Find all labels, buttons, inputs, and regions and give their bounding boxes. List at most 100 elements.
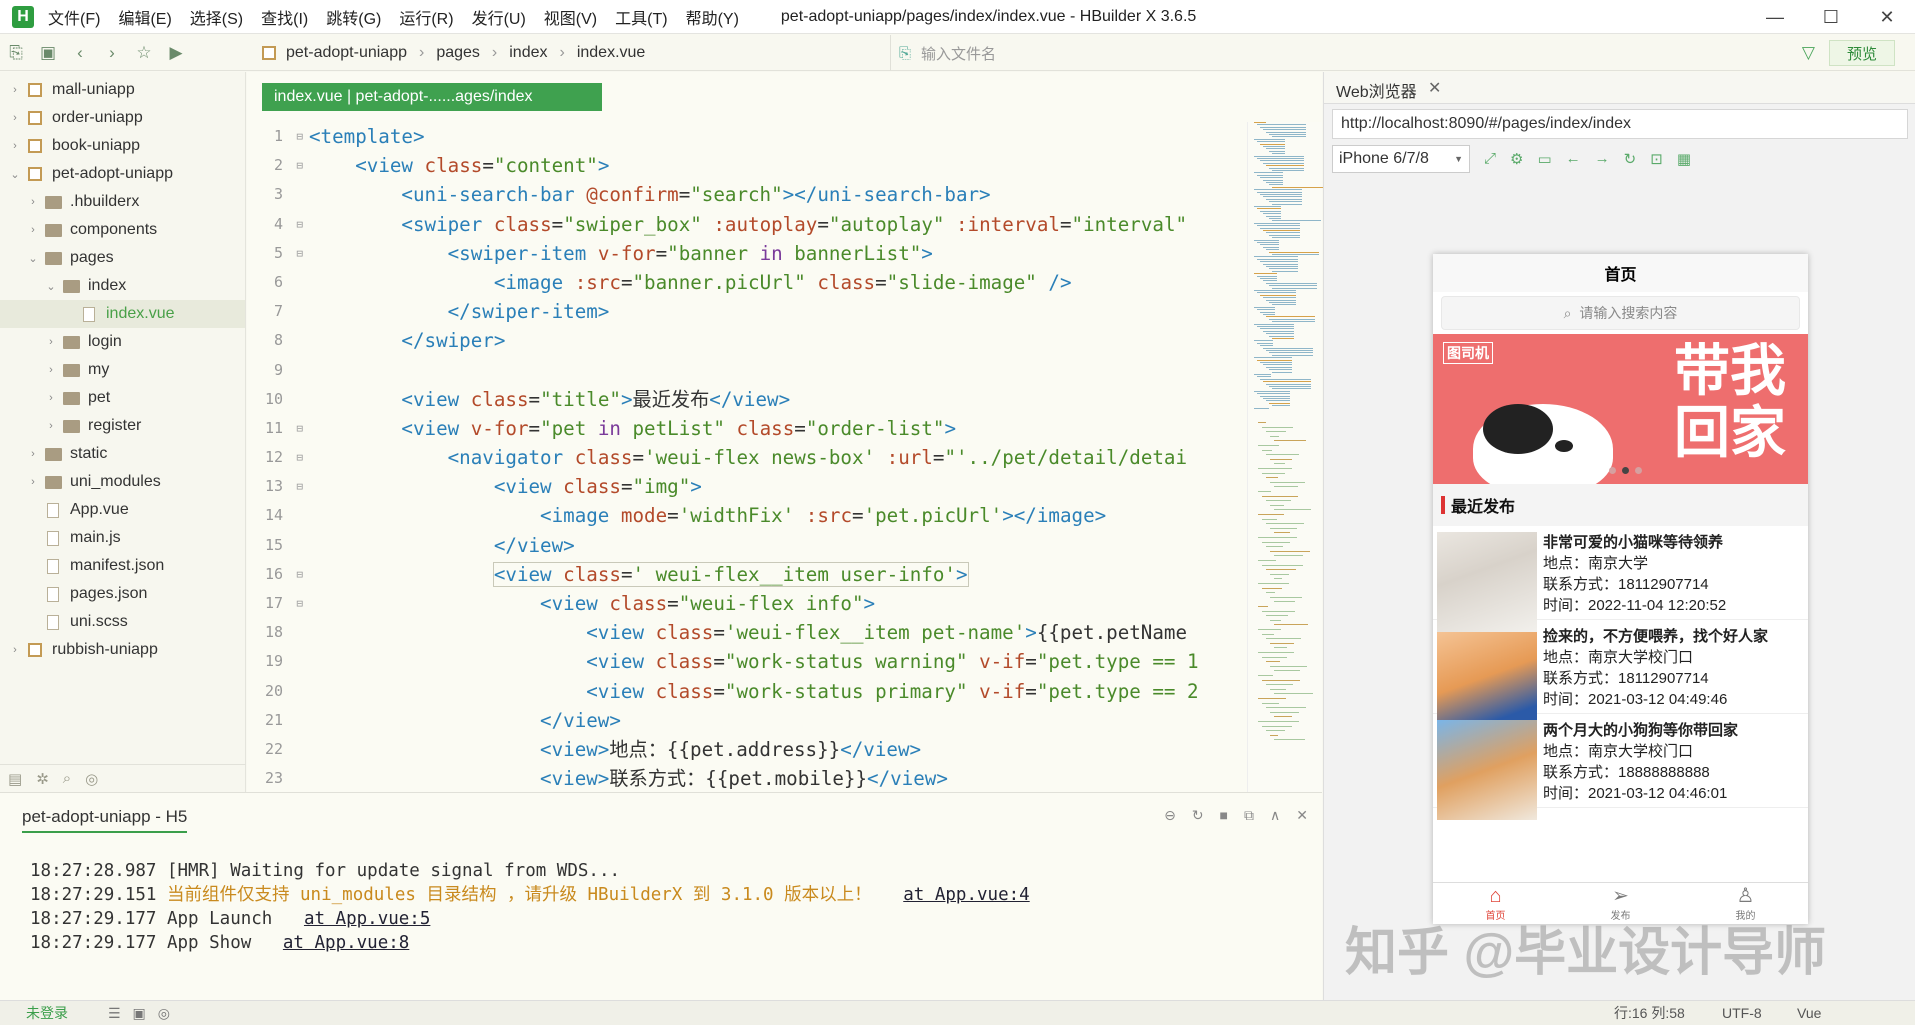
close-icon[interactable]: ✕ xyxy=(1859,0,1915,34)
breadcrumb-item[interactable]: pages xyxy=(436,44,480,62)
chevron-icon[interactable]: › xyxy=(26,448,40,460)
collapse-icon[interactable]: ∧ xyxy=(1270,807,1280,824)
chevron-icon[interactable]: ⌄ xyxy=(44,280,58,293)
search-tab-icon[interactable]: ⌕ xyxy=(63,770,71,787)
code-line[interactable]: <swiper class="swiper_box" :autoplay="au… xyxy=(309,210,1244,239)
menu-item[interactable]: 帮助(Y) xyxy=(686,5,739,29)
new-file-icon[interactable]: ⎘ xyxy=(0,43,32,63)
chevron-icon[interactable]: › xyxy=(8,112,22,124)
menu-item[interactable]: 文件(F) xyxy=(48,5,100,29)
console-tab[interactable]: pet-adopt-uniapp - H5 xyxy=(22,807,188,833)
fold-icon[interactable]: ⊟ xyxy=(296,472,303,501)
tree-item[interactable]: › register xyxy=(0,412,245,440)
maximize-icon[interactable]: ☐ xyxy=(1803,0,1859,34)
chevron-icon[interactable]: › xyxy=(26,224,40,236)
fold-icon[interactable]: ⊟ xyxy=(296,151,303,180)
code-line[interactable]: <template> xyxy=(309,122,1244,151)
code-line[interactable]: </view> xyxy=(309,531,1244,560)
explorer-tab-icon[interactable]: ▤ xyxy=(8,770,22,788)
back-icon[interactable]: ‹ xyxy=(64,43,96,63)
lock-icon[interactable]: ⊡ xyxy=(1650,150,1663,168)
tree-item[interactable]: index.vue xyxy=(0,300,245,328)
code-line[interactable]: <swiper-item v-for="banner in bannerList… xyxy=(309,239,1244,268)
refresh-icon[interactable]: ↻ xyxy=(1624,150,1637,168)
code-line[interactable]: <view class="work-status warning" v-if="… xyxy=(309,647,1244,676)
qrcode-icon[interactable]: ▦ xyxy=(1677,150,1691,168)
menu-item[interactable]: 工具(T) xyxy=(615,5,667,29)
stop-icon[interactable]: ⊖ xyxy=(1164,807,1176,824)
close-tab-icon[interactable]: ✕ xyxy=(1428,78,1441,98)
chevron-icon[interactable]: › xyxy=(44,336,58,348)
file-search-input[interactable]: ⎘ 输入文件名 xyxy=(890,35,1790,71)
tree-item[interactable]: › login xyxy=(0,328,245,356)
back-icon[interactable]: ← xyxy=(1566,150,1581,168)
browser-tab[interactable]: Web浏览器 ✕ xyxy=(1324,72,1915,104)
fold-icon[interactable]: ⊟ xyxy=(296,443,303,472)
tree-item[interactable]: › book-uniapp xyxy=(0,132,245,160)
search-bar[interactable]: ⌕ 请输入搜索内容 xyxy=(1441,296,1800,330)
console-link[interactable]: at App.vue:5 xyxy=(304,909,430,929)
console-link[interactable]: at App.vue:8 xyxy=(283,933,409,953)
tree-item[interactable]: ⌄ pages xyxy=(0,244,245,272)
chevron-icon[interactable]: › xyxy=(44,420,58,432)
fold-icon[interactable]: ⊟ xyxy=(296,122,303,151)
tree-item[interactable]: › components xyxy=(0,216,245,244)
editor-tab-index-vue[interactable]: index.vue | pet-adopt-......ages/index xyxy=(262,83,602,111)
tree-item[interactable]: › order-uniapp xyxy=(0,104,245,132)
settings-icon[interactable]: ⚙ xyxy=(1510,150,1523,168)
console-icon[interactable]: ▭ xyxy=(1537,150,1551,168)
tree-item[interactable]: › mall-uniapp xyxy=(0,76,245,104)
breadcrumb-item[interactable]: pet-adopt-uniapp xyxy=(286,44,407,62)
chevron-icon[interactable]: › xyxy=(8,84,22,96)
chevron-icon[interactable]: › xyxy=(44,364,58,376)
code-line[interactable]: </view> xyxy=(309,706,1244,735)
chevron-icon[interactable]: › xyxy=(26,196,40,208)
chevron-icon[interactable]: › xyxy=(26,476,40,488)
code-line[interactable]: <image :src="banner.picUrl" class="slide… xyxy=(309,268,1244,297)
tree-item[interactable]: › my xyxy=(0,356,245,384)
forward-icon[interactable]: → xyxy=(1595,150,1610,168)
terminate-icon[interactable]: ■ xyxy=(1220,807,1228,824)
fold-icon[interactable]: ⊟ xyxy=(296,589,303,618)
menu-item[interactable]: 发行(U) xyxy=(472,5,526,29)
code-line[interactable]: </swiper-item> xyxy=(309,297,1244,326)
code-line[interactable]: <view>地点：{{pet.address}}</view> xyxy=(309,735,1244,764)
fold-icon[interactable]: ⊟ xyxy=(296,560,303,589)
tree-item[interactable]: › uni_modules xyxy=(0,468,245,496)
tree-item[interactable]: › .hbuilderx xyxy=(0,188,245,216)
code-line[interactable]: <view>联系方式：{{pet.mobile}}</view> xyxy=(309,764,1244,793)
rotate-icon[interactable]: ⤢ xyxy=(1484,150,1496,168)
pet-list-item[interactable]: 捡来的，不方便喂养，找个好人家 地点：南京大学校门口 联系方式：1811290771… xyxy=(1433,620,1808,726)
code-line[interactable]: <view class="weui-flex info"> xyxy=(309,589,1244,618)
plugin-tab-icon[interactable]: ◎ xyxy=(85,770,98,788)
minimize-icon[interactable]: — xyxy=(1747,0,1803,34)
file-encoding[interactable]: UTF-8 xyxy=(1722,1005,1762,1021)
chevron-icon[interactable]: › xyxy=(44,392,58,404)
chevron-icon[interactable]: › xyxy=(8,644,22,656)
code-line[interactable]: <view class=' weui-flex__item user-info'… xyxy=(309,560,1244,589)
tree-item[interactable]: main.js xyxy=(0,524,245,552)
menu-item[interactable]: 运行(R) xyxy=(399,5,453,29)
minimap[interactable] xyxy=(1247,122,1323,792)
fold-icon[interactable]: ⊟ xyxy=(296,239,303,268)
tree-item[interactable]: › pet xyxy=(0,384,245,412)
code-line[interactable] xyxy=(309,356,1244,385)
code-editor[interactable]: index.vue | pet-adopt-......ages/index 1… xyxy=(247,72,1323,793)
tree-item[interactable]: App.vue xyxy=(0,496,245,524)
tree-item[interactable]: uni.scss xyxy=(0,608,245,636)
breadcrumb-item[interactable]: index.vue xyxy=(577,44,646,62)
code-line[interactable]: </swiper> xyxy=(309,326,1244,355)
tree-item[interactable]: pages.json xyxy=(0,580,245,608)
code-line[interactable]: <view class="work-status primary" v-if="… xyxy=(309,677,1244,706)
menu-item[interactable]: 编辑(E) xyxy=(118,5,171,29)
filter-icon[interactable]: ▽ xyxy=(1802,43,1815,63)
tree-item[interactable]: › static xyxy=(0,440,245,468)
tree-item[interactable]: › rubbish-uniapp xyxy=(0,636,245,664)
forward-icon[interactable]: › xyxy=(96,43,128,63)
pet-list-item[interactable]: 两个月大的小狗狗等你带回家 地点：南京大学校门口 联系方式：18888888888 时… xyxy=(1433,714,1808,820)
clear-icon[interactable]: ✕ xyxy=(1296,807,1308,824)
menu-item[interactable]: 查找(I) xyxy=(261,5,308,29)
code-line[interactable]: <view v-for="pet in petList" class="orde… xyxy=(309,414,1244,443)
restart-icon[interactable]: ↻ xyxy=(1192,807,1204,824)
chevron-icon[interactable]: ⌄ xyxy=(26,252,40,265)
